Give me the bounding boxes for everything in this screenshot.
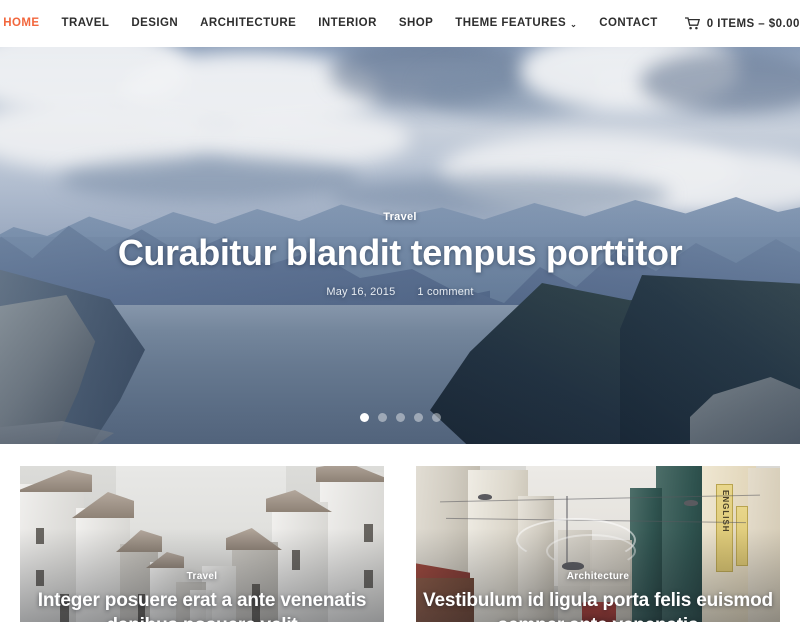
site-header: HOME TRAVEL DESIGN ARCHITECTURE INTERIOR… — [0, 0, 800, 47]
nav-item-home[interactable]: HOME — [0, 16, 51, 30]
post-card-category-architecture[interactable]: Architecture — [567, 571, 630, 582]
hero-slider[interactable]: Travel Curabitur blandit tempus porttito… — [0, 47, 800, 444]
nav-item-travel[interactable]: TRAVEL — [51, 16, 121, 30]
slider-pagination — [0, 413, 800, 422]
slider-dot-1[interactable] — [359, 413, 369, 422]
nav-item-design[interactable]: DESIGN — [120, 16, 189, 30]
slider-dot-3[interactable] — [395, 413, 405, 422]
nav-label-interior: INTERIOR — [318, 16, 377, 29]
post-card-travel[interactable]: Travel Integer posuere erat a ante venen… — [20, 466, 384, 622]
nav-item-interior[interactable]: INTERIOR — [307, 16, 388, 30]
nav-item-shop[interactable]: SHOP — [388, 16, 444, 30]
nav-label-shop: SHOP — [398, 16, 434, 29]
nav-label-travel: TRAVEL — [61, 16, 110, 29]
post-card-title-line1: Integer posuere erat a ante — [37, 590, 276, 612]
nav-label-contact: CONTACT — [599, 16, 658, 29]
nav-label-home: HOME — [3, 16, 40, 29]
hero-category-link[interactable]: Travel — [383, 211, 417, 223]
cart-label: 0 ITEMS – $0.00 — [706, 17, 800, 30]
slider-dot-5[interactable] — [431, 413, 441, 422]
hero-comment-count[interactable]: 1 comment — [417, 286, 473, 298]
post-card-title-line1: Vestibulum id ligula porta felis — [423, 590, 692, 612]
post-card-architecture[interactable]: ENGLISH Architecture Vestibulum id ligul… — [416, 466, 780, 622]
post-card-category-travel[interactable]: Travel — [187, 571, 218, 582]
hero-date: May 16, 2015 — [326, 286, 396, 299]
slider-dot-4[interactable] — [413, 413, 423, 422]
cart-link[interactable]: 0 ITEMS – $0.00 — [669, 17, 800, 30]
nav-item-architecture[interactable]: ARCHITECTURE — [189, 16, 307, 30]
page-root: HOME TRAVEL DESIGN ARCHITECTURE INTERIOR… — [0, 0, 800, 622]
main-navigation: HOME TRAVEL DESIGN ARCHITECTURE INTERIOR… — [0, 0, 800, 47]
nav-label-theme-features: THEME FEATURES — [455, 16, 567, 29]
post-card-title-architecture[interactable]: Vestibulum id ligula porta felis euismod… — [416, 589, 780, 622]
post-card-title-travel[interactable]: Integer posuere erat a ante venenatis da… — [20, 589, 384, 622]
street-banner-small — [736, 506, 748, 566]
shopping-cart-icon — [684, 17, 700, 30]
slider-dot-2[interactable] — [377, 413, 387, 422]
hero-title-link[interactable]: Curabitur blandit tempus porttitor — [0, 232, 800, 273]
nav-label-design: DESIGN — [131, 16, 179, 29]
nav-label-architecture: ARCHITECTURE — [200, 16, 297, 29]
post-card-caption-travel: Travel Integer posuere erat a ante venen… — [20, 566, 384, 622]
nav-item-theme-features[interactable]: THEME FEATURES ⌄ — [444, 16, 588, 30]
nav-item-contact[interactable]: CONTACT — [588, 16, 669, 30]
hero-caption: Travel Curabitur blandit tempus porttito… — [0, 207, 800, 298]
hero-meta: May 16, 2015 1 comment — [0, 286, 800, 298]
chevron-down-icon: ⌄ — [570, 19, 578, 29]
post-card-grid: Travel Integer posuere erat a ante venen… — [20, 466, 780, 622]
post-card-caption-architecture: Architecture Vestibulum id ligula porta … — [416, 566, 780, 622]
